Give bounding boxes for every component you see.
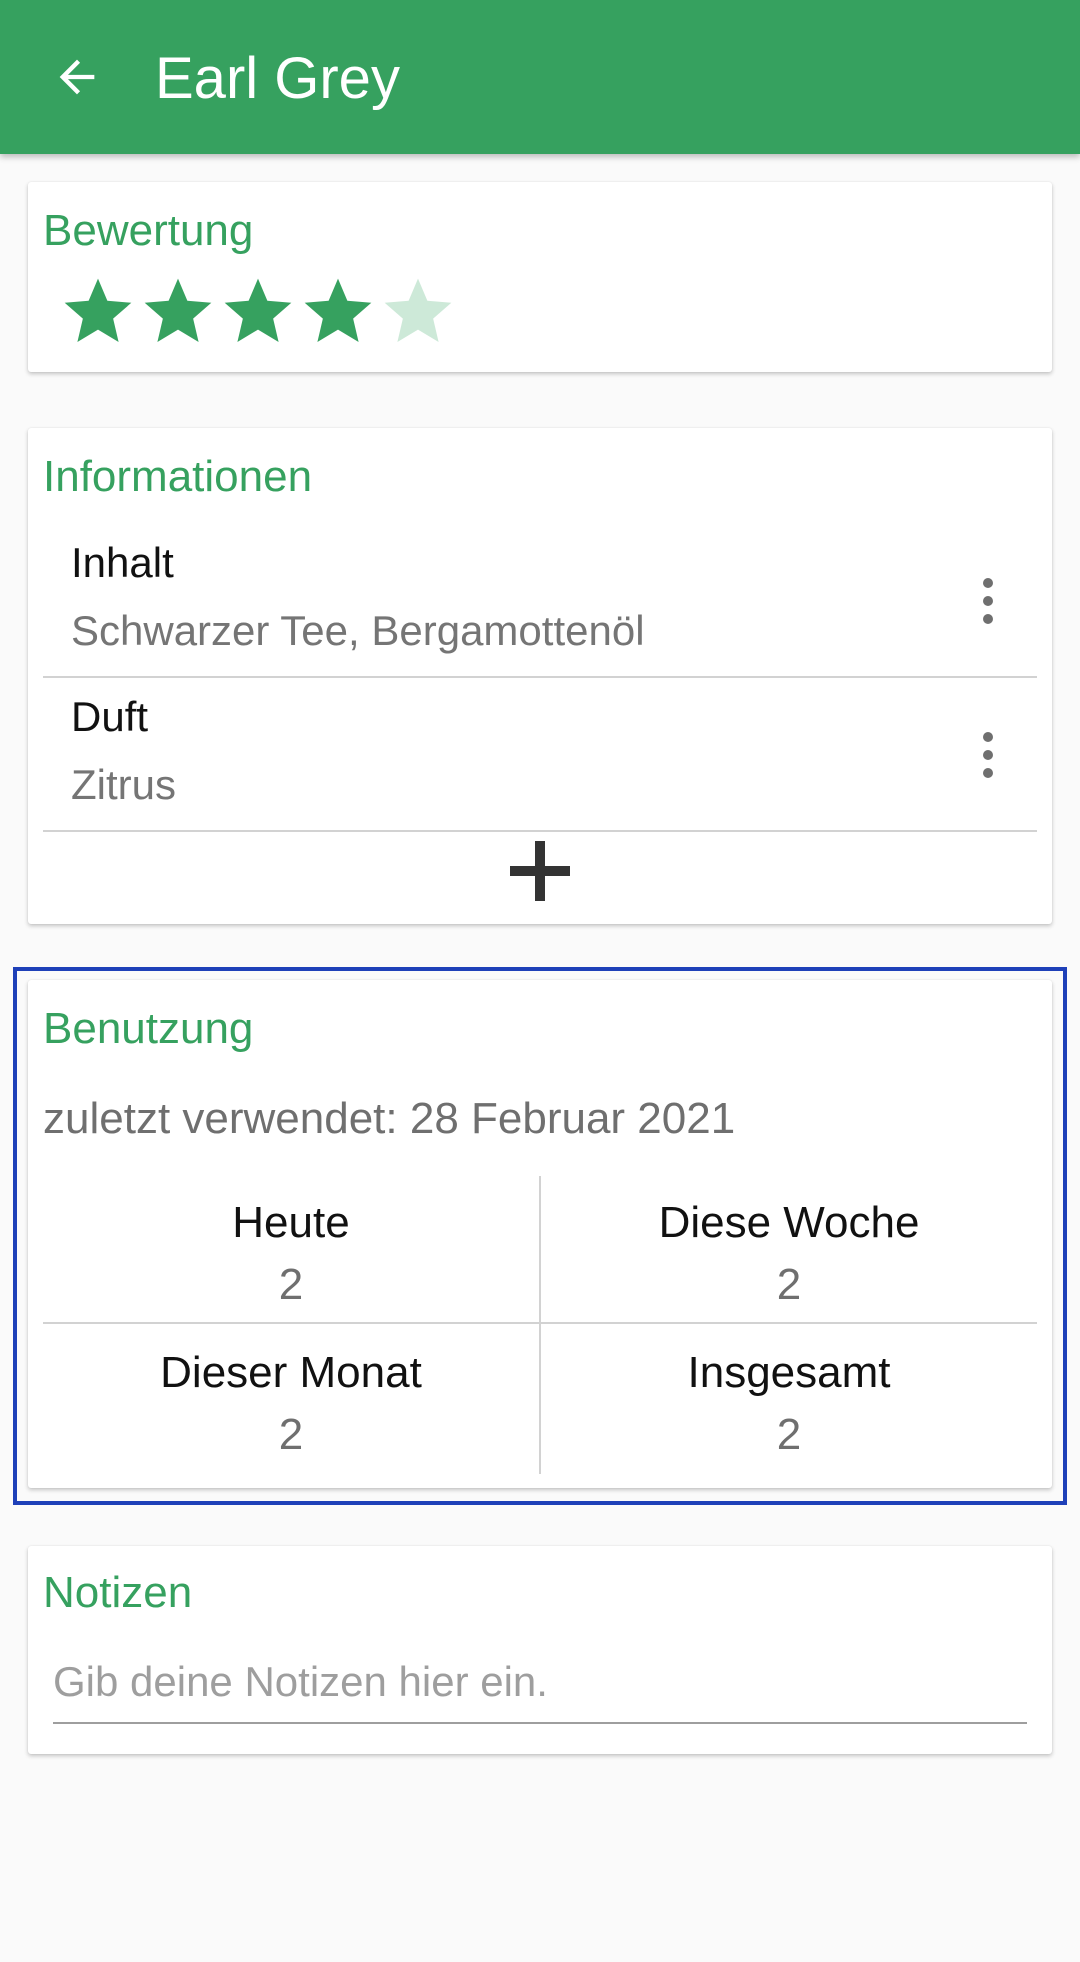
stat-value: 2 <box>278 1410 304 1459</box>
star-rating[interactable] <box>58 272 458 352</box>
info-item-duft[interactable]: Duft Zitrus <box>43 678 1037 832</box>
info-item-value: Schwarzer Tee, Bergamottenöl <box>71 607 645 654</box>
stat-label: Diese Woche <box>658 1198 920 1247</box>
stat-label: Insgesamt <box>687 1348 891 1397</box>
more-vert-icon <box>983 732 993 778</box>
more-options-button[interactable] <box>963 564 1013 638</box>
usage-card: Benutzung zuletzt verwendet: 28 Februar … <box>28 980 1052 1488</box>
notes-title: Notizen <box>43 1568 193 1617</box>
star-icon-2[interactable] <box>138 272 218 352</box>
divider <box>43 1322 1037 1324</box>
usage-title: Benutzung <box>43 1004 254 1053</box>
stat-value: 2 <box>776 1410 802 1459</box>
star-icon-5[interactable] <box>378 272 458 352</box>
info-item-inhalt[interactable]: Inhalt Schwarzer Tee, Bergamottenöl <box>43 524 1037 678</box>
info-card: Informationen Inhalt Schwarzer Tee, Berg… <box>28 428 1052 924</box>
more-vert-icon <box>983 578 993 624</box>
star-icon-4[interactable] <box>298 272 378 352</box>
info-item-label: Inhalt <box>71 539 174 586</box>
stat-value: 2 <box>776 1260 802 1309</box>
info-title: Informationen <box>43 452 313 501</box>
stat-value: 2 <box>278 1260 304 1309</box>
more-options-button[interactable] <box>963 718 1013 792</box>
info-item-value: Zitrus <box>71 761 176 808</box>
stat-label: Heute <box>232 1198 350 1247</box>
stat-week: Diese Woche 2 <box>541 1196 1037 1312</box>
page-title: Earl Grey <box>155 46 400 111</box>
rating-card: Bewertung <box>28 182 1052 372</box>
star-icon-3[interactable] <box>218 272 298 352</box>
stat-month: Dieser Monat 2 <box>43 1346 539 1462</box>
add-info-button[interactable] <box>505 836 575 906</box>
app-bar: Earl Grey <box>0 0 1080 154</box>
notes-card: Notizen <box>28 1546 1052 1754</box>
stat-label: Dieser Monat <box>160 1348 422 1397</box>
arrow-back-icon <box>59 59 95 95</box>
notes-input[interactable] <box>53 1652 1027 1724</box>
star-icon-1[interactable] <box>58 272 138 352</box>
info-item-label: Duft <box>71 693 149 740</box>
stat-today: Heute 2 <box>43 1196 539 1312</box>
plus-icon <box>510 841 570 901</box>
back-button[interactable] <box>38 38 116 116</box>
rating-title: Bewertung <box>43 206 254 255</box>
stat-total: Insgesamt 2 <box>541 1346 1037 1462</box>
usage-stats-grid: Heute 2 Diese Woche 2 Dieser Monat 2 Ins… <box>43 1176 1037 1474</box>
last-used-text: zuletzt verwendet: 28 Februar 2021 <box>43 1094 736 1143</box>
